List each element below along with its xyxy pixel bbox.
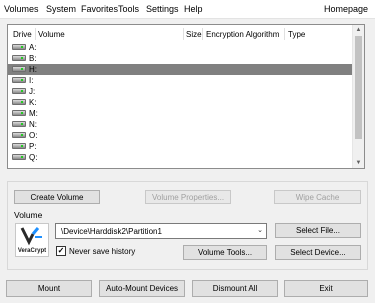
dismount-all-button[interactable]: Dismount All: [192, 280, 278, 297]
scroll-up-icon[interactable]: ▲: [353, 25, 364, 35]
scrollbar-thumb[interactable]: [355, 36, 362, 139]
drive-letter: B:: [29, 54, 37, 63]
drive-icon: [12, 110, 26, 116]
drive-icon: [12, 44, 26, 50]
veracrypt-logo: VeraCrypt: [15, 223, 49, 257]
column-header-size[interactable]: Size: [186, 30, 202, 39]
mount-button[interactable]: Mount: [6, 280, 92, 297]
drive-letter: N:: [29, 120, 37, 129]
column-divider[interactable]: [35, 28, 36, 40]
menu-help[interactable]: Help: [184, 4, 203, 14]
drive-icon: [12, 88, 26, 94]
column-divider[interactable]: [202, 28, 203, 40]
column-header-encryption-algorithm[interactable]: Encryption Algorithm: [206, 30, 279, 39]
drive-row-a[interactable]: A:: [8, 42, 353, 53]
drive-icon: [12, 55, 26, 61]
drive-icon: [12, 99, 26, 105]
drive-icon: [12, 143, 26, 149]
drive-row-h[interactable]: H:: [8, 64, 353, 75]
menu-system[interactable]: System: [46, 4, 76, 14]
menu-tools[interactable]: Tools: [118, 4, 139, 14]
volume-list[interactable]: Drive Volume Size Encryption Algorithm T…: [7, 24, 365, 169]
auto-mount-devices-button[interactable]: Auto-Mount Devices: [99, 280, 185, 297]
column-header-drive[interactable]: Drive: [13, 30, 32, 39]
veracrypt-logo-icon: [20, 227, 42, 246]
drive-letter: M:: [29, 109, 38, 118]
drive-row-n[interactable]: N:: [8, 119, 353, 130]
drive-letter: K:: [29, 98, 37, 107]
drive-icon: [12, 66, 26, 72]
veracrypt-logo-text: VeraCrypt: [17, 248, 47, 254]
drive-row-j[interactable]: J:: [8, 86, 353, 97]
drive-row-p[interactable]: P:: [8, 141, 353, 152]
scroll-down-icon[interactable]: ▼: [353, 158, 364, 168]
drive-letter: O:: [29, 131, 38, 140]
select-file-button[interactable]: Select File...: [275, 223, 361, 238]
never-save-history-label[interactable]: Never save history: [69, 247, 135, 256]
drive-letter: I:: [29, 76, 34, 85]
volume-path-combobox[interactable]: \Device\Harddisk2\Partition1 ⌄: [55, 223, 267, 239]
drive-letter: P:: [29, 142, 37, 151]
exit-button[interactable]: Exit: [284, 280, 368, 297]
drive-icon: [12, 121, 26, 127]
menu-settings[interactable]: Settings: [146, 4, 179, 14]
drive-letter: Q:: [29, 153, 38, 162]
volume-group-label: Volume: [13, 210, 44, 220]
drive-row-i[interactable]: I:: [8, 75, 353, 86]
drive-row-q[interactable]: Q:: [8, 152, 353, 163]
drive-icon: [12, 77, 26, 83]
menu-volumes[interactable]: Volumes: [4, 4, 39, 14]
drive-icon: [12, 132, 26, 138]
column-header-volume[interactable]: Volume: [38, 30, 65, 39]
homepage-link[interactable]: Homepage: [324, 4, 368, 14]
never-save-history-checkbox[interactable]: ✓: [56, 246, 66, 256]
drive-icon: [12, 154, 26, 160]
chevron-down-icon[interactable]: ⌄: [257, 226, 263, 234]
column-divider[interactable]: [183, 28, 184, 40]
vertical-scrollbar[interactable]: ▲ ▼: [352, 25, 364, 168]
drive-letter: A:: [29, 43, 37, 52]
volume-path-value: \Device\Harddisk2\Partition1: [61, 227, 162, 236]
drive-row-k[interactable]: K:: [8, 97, 353, 108]
drive-letter: H:: [29, 65, 37, 74]
drive-letter: J:: [29, 87, 36, 96]
column-header-type[interactable]: Type: [288, 30, 305, 39]
menu-bar: Volumes System Favorites Tools Settings …: [0, 0, 375, 19]
drive-row-b[interactable]: B:: [8, 53, 353, 64]
menu-favorites[interactable]: Favorites: [81, 4, 118, 14]
drive-row-m[interactable]: M:: [8, 108, 353, 119]
volume-tools-button[interactable]: Volume Tools...: [183, 245, 267, 260]
select-device-button[interactable]: Select Device...: [275, 245, 361, 260]
column-divider[interactable]: [284, 28, 285, 40]
drive-row-o[interactable]: O:: [8, 130, 353, 141]
